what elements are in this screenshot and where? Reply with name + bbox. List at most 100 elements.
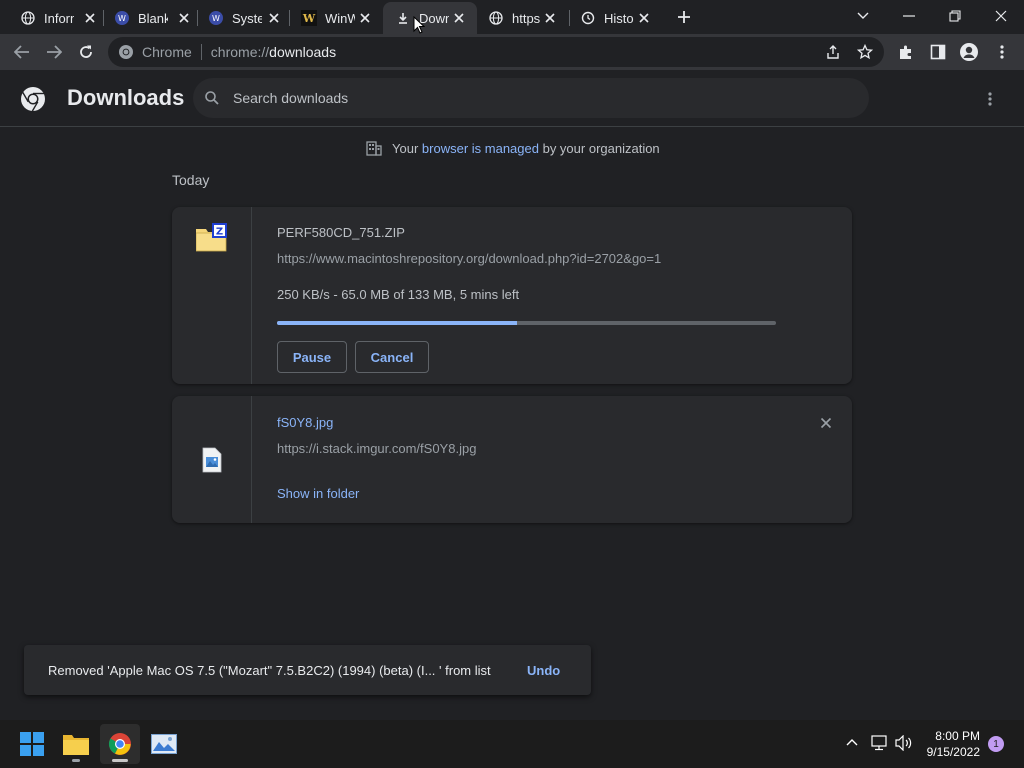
site-chip-label: Chrome (142, 44, 192, 60)
tab-label: https (512, 10, 541, 26)
site-favicon-icon: W (208, 10, 224, 26)
chrome-menu-button[interactable] (988, 38, 1016, 66)
restore-button[interactable] (932, 0, 978, 32)
minimize-button[interactable] (886, 0, 932, 32)
downloads-header: Downloads (0, 70, 1024, 127)
bookmark-star-icon[interactable] (857, 44, 873, 60)
chrome-logo-icon (118, 44, 134, 60)
file-url[interactable]: https://www.macintoshrepository.org/down… (277, 251, 661, 266)
download-icon (395, 10, 411, 26)
progress-bar (277, 321, 776, 325)
address-bar[interactable]: Chrome chrome://downloads (108, 37, 884, 67)
close-icon[interactable] (266, 10, 282, 26)
chevron-down-icon (857, 12, 869, 19)
managed-notice: Your browser is managed by your organiza… (366, 140, 660, 156)
share-icon[interactable] (825, 44, 841, 60)
tab-label: Inform (44, 10, 74, 26)
url-host: downloads (269, 44, 337, 60)
undo-button[interactable]: Undo (527, 663, 560, 678)
winworld-icon: W (301, 10, 317, 26)
tab-label: Histo (604, 10, 634, 26)
zip-file-icon: Z (196, 223, 228, 253)
progress-fill (277, 321, 517, 325)
close-icon (820, 417, 832, 429)
tab-inform[interactable]: Inform (20, 4, 100, 32)
folder-icon (63, 735, 89, 755)
close-icon[interactable] (451, 10, 467, 26)
start-button[interactable] (12, 724, 52, 764)
kebab-menu-icon (1000, 45, 1004, 59)
profile-button[interactable] (955, 38, 983, 66)
cancel-button[interactable]: Cancel (355, 341, 429, 373)
show-in-folder-link[interactable]: Show in folder (277, 486, 359, 501)
file-explorer-button[interactable] (56, 724, 96, 764)
arrow-right-icon (47, 45, 62, 59)
forward-button[interactable] (40, 38, 68, 66)
avatar-icon (960, 43, 978, 61)
chevron-up-icon[interactable] (846, 738, 858, 746)
clock-time: 8:00 PM (935, 729, 980, 743)
svg-text:Z: Z (216, 227, 223, 238)
close-icon[interactable] (357, 10, 373, 26)
download-item: fS0Y8.jpg https://i.stack.imgur.com/fS0Y… (172, 396, 852, 523)
globe-icon (20, 10, 36, 26)
tab-label: WinW (325, 10, 355, 26)
page-title: Downloads (67, 85, 185, 110)
managed-link[interactable]: browser is managed (422, 141, 539, 156)
notification-badge[interactable]: 1 (988, 736, 1004, 752)
minimize-icon (903, 15, 915, 17)
svg-text:W: W (118, 14, 126, 23)
plus-icon (678, 11, 690, 23)
extensions-button[interactable] (892, 38, 920, 66)
restore-icon (949, 10, 961, 22)
download-status: 250 KB/s - 65.0 MB of 133 MB, 5 mins lef… (277, 287, 520, 302)
tab-winworld[interactable]: W WinW (301, 4, 375, 32)
tab-strip: Inform W Blank W Syste W WinW Down (0, 0, 1024, 34)
close-icon[interactable] (82, 10, 98, 26)
toast-notification: Removed 'Apple Mac OS 7.5 ("Mozart" 7.5.… (24, 645, 591, 695)
new-tab-button[interactable] (670, 3, 698, 31)
managed-suffix: by your organization (542, 140, 660, 156)
network-icon[interactable] (871, 735, 889, 751)
svg-text:W: W (302, 12, 316, 25)
reload-button[interactable] (72, 38, 100, 66)
image-viewer-icon (151, 734, 177, 754)
mouse-cursor-icon (413, 16, 425, 34)
browser-toolbar: Chrome chrome://downloads (0, 34, 1024, 70)
side-panel-icon (930, 44, 946, 60)
file-name-link[interactable]: fS0Y8.jpg (277, 415, 333, 430)
managed-prefix: Your (392, 140, 419, 156)
file-url[interactable]: https://i.stack.imgur.com/fS0Y8.jpg (277, 441, 476, 456)
search-input[interactable] (233, 90, 833, 106)
clock-date: 9/15/2022 (926, 745, 980, 759)
close-icon[interactable] (176, 10, 192, 26)
globe-icon (488, 10, 504, 26)
system-clock[interactable]: 8:00 PM 9/15/2022 (927, 728, 980, 760)
pause-button[interactable]: Pause (277, 341, 347, 373)
tab-downloads[interactable]: Down (383, 2, 477, 34)
close-icon (995, 10, 1007, 22)
chrome-taskbar-button[interactable] (100, 724, 140, 764)
remove-from-list-button[interactable] (820, 417, 832, 429)
search-box[interactable] (193, 78, 869, 118)
building-icon (366, 140, 382, 156)
back-button[interactable] (8, 38, 36, 66)
url-scheme: chrome:// (210, 44, 270, 60)
close-icon[interactable] (542, 10, 558, 26)
windows-taskbar: 8:00 PM 9/15/2022 (0, 720, 1024, 768)
date-section-label: Today (172, 172, 210, 188)
reload-icon (80, 45, 92, 58)
close-icon[interactable] (636, 10, 652, 26)
side-panel-button[interactable] (924, 38, 952, 66)
close-window-button[interactable] (978, 0, 1024, 32)
photos-taskbar-button[interactable] (144, 724, 184, 764)
tab-search-button[interactable] (840, 0, 886, 32)
more-actions-icon[interactable] (988, 91, 992, 107)
tab-history[interactable]: Histo (580, 4, 654, 32)
windows-logo-icon (20, 732, 44, 756)
image-file-icon (202, 447, 222, 473)
volume-icon[interactable] (895, 735, 913, 751)
tab-system[interactable]: W Syste (208, 4, 284, 32)
tab-https[interactable]: https (488, 4, 560, 32)
tab-blank[interactable]: W Blank (114, 4, 194, 32)
